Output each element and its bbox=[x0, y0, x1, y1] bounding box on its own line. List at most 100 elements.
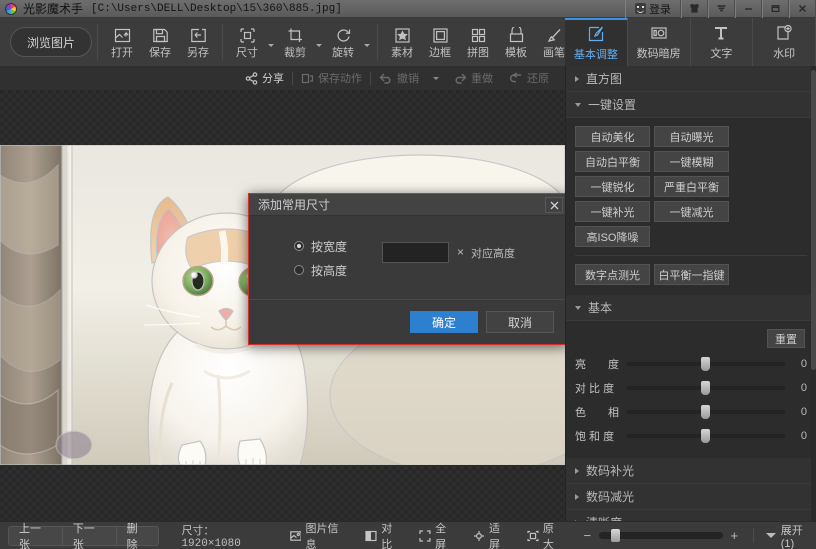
tab-basic-adjust-label: 基本调整 bbox=[574, 46, 618, 62]
tool-crop-dropdown[interactable] bbox=[314, 19, 324, 65]
share-button[interactable]: 分享 bbox=[237, 66, 292, 90]
tab-darkroom[interactable]: 数码暗房 bbox=[628, 18, 691, 66]
zoom-in-button[interactable]: + bbox=[730, 528, 739, 543]
tab-watermark[interactable]: 水印 bbox=[753, 18, 816, 66]
minimize-icon[interactable] bbox=[735, 0, 762, 18]
radio-by-width-label: 按宽度 bbox=[311, 238, 347, 255]
browse-images-button[interactable]: 浏览图片 bbox=[10, 27, 92, 57]
sticker-icon bbox=[394, 26, 411, 46]
prev-image-button[interactable]: 上一张 bbox=[8, 526, 62, 546]
tool-save-as[interactable]: 另存 bbox=[179, 19, 217, 65]
skin-icon[interactable] bbox=[681, 0, 708, 18]
tool-crop-label: 裁剪 bbox=[284, 48, 306, 59]
dialog-ok-button[interactable]: 确定 bbox=[410, 311, 478, 333]
login-button[interactable]: 登录 bbox=[625, 0, 681, 18]
tool-template[interactable]: 模板 bbox=[497, 19, 535, 65]
zoom-slider-knob[interactable] bbox=[611, 529, 620, 542]
tool-collage[interactable]: 拼图 bbox=[459, 19, 497, 65]
redo-button[interactable]: 重做 bbox=[445, 66, 501, 90]
btn-auto-white-balance[interactable]: 自动白平衡 bbox=[575, 151, 650, 172]
slider-saturation-track[interactable] bbox=[627, 434, 785, 438]
tool-resize[interactable]: 尺寸 bbox=[228, 19, 266, 65]
dialog-cancel-button[interactable]: 取消 bbox=[486, 311, 554, 333]
tool-material[interactable]: 素材 bbox=[383, 19, 421, 65]
brush-icon bbox=[546, 26, 563, 46]
expand-button[interactable]: 展开(1) bbox=[766, 522, 816, 549]
compare-button[interactable]: 对比 bbox=[365, 520, 403, 549]
slider-contrast[interactable]: 对 比 度 0 bbox=[575, 376, 807, 400]
tool-rotate[interactable]: 旋转 bbox=[324, 19, 362, 65]
slider-hue-track[interactable] bbox=[627, 410, 785, 414]
panel-scrollbar-thumb[interactable] bbox=[811, 70, 816, 370]
save-action-button[interactable]: 保存动作 bbox=[293, 66, 370, 90]
dialog-close-icon[interactable] bbox=[545, 197, 563, 213]
btn-auto-beautify[interactable]: 自动美化 bbox=[575, 126, 650, 147]
zoom-slider-track[interactable] bbox=[599, 532, 723, 539]
close-icon[interactable] bbox=[789, 0, 816, 18]
btn-one-click-dim-light-label: 一键减光 bbox=[670, 204, 714, 220]
btn-auto-white-balance-label: 自动白平衡 bbox=[585, 154, 640, 170]
next-image-label: 下一张 bbox=[73, 520, 106, 549]
tool-resize-dropdown[interactable] bbox=[266, 19, 276, 65]
reset-button[interactable]: 重置 bbox=[767, 329, 805, 348]
btn-one-click-fill-light[interactable]: 一键补光 bbox=[575, 201, 650, 222]
dialog-footer: 确定 取消 bbox=[249, 299, 567, 344]
tool-template-label: 模板 bbox=[505, 48, 527, 59]
slider-brightness-knob[interactable] bbox=[701, 357, 710, 371]
one-click-divider bbox=[575, 255, 807, 256]
size-value-input[interactable] bbox=[382, 242, 449, 263]
fullscreen-button[interactable]: 全屏 bbox=[419, 520, 457, 549]
slider-contrast-track[interactable] bbox=[627, 386, 785, 390]
section-one-click[interactable]: 一键设置 bbox=[566, 92, 816, 118]
btn-auto-exposure[interactable]: 自动曝光 bbox=[654, 126, 729, 147]
tool-rotate-dropdown[interactable] bbox=[362, 19, 372, 65]
tool-open[interactable]: 打开 bbox=[103, 19, 141, 65]
image-info-button[interactable]: 图片信息 bbox=[290, 520, 350, 549]
slider-brightness[interactable]: 亮 度 0 bbox=[575, 352, 807, 376]
section-basic[interactable]: 基本 bbox=[566, 295, 816, 321]
tab-basic-adjust[interactable]: 基本调整 bbox=[565, 18, 628, 66]
next-image-button[interactable]: 下一张 bbox=[62, 526, 116, 546]
tool-frame[interactable]: 边框 bbox=[421, 19, 459, 65]
fit-screen-button[interactable]: 适屏 bbox=[473, 520, 511, 549]
btn-severe-white-balance[interactable]: 严重白平衡 bbox=[654, 176, 729, 197]
revert-button[interactable]: 还原 bbox=[501, 66, 557, 90]
slider-saturation[interactable]: 饱 和 度 0 bbox=[575, 424, 807, 448]
menu-chevron-icon[interactable] bbox=[708, 0, 735, 18]
dialog-title-bar: 添加常用尺寸 bbox=[249, 194, 567, 216]
reset-row: 重置 bbox=[575, 325, 807, 352]
slider-brightness-track[interactable] bbox=[627, 362, 785, 366]
tab-text[interactable]: 文字 bbox=[691, 18, 754, 66]
zoom-out-button[interactable]: − bbox=[583, 528, 592, 543]
section-histogram[interactable]: 直方图 bbox=[566, 66, 816, 92]
btn-high-iso-denoise[interactable]: 高ISO降噪 bbox=[575, 226, 650, 247]
section-digital-dim-light[interactable]: 数码减光 bbox=[566, 484, 816, 510]
maximize-icon[interactable] bbox=[762, 0, 789, 18]
btn-one-click-dim-light[interactable]: 一键减光 bbox=[654, 201, 729, 222]
collage-icon bbox=[470, 26, 487, 46]
delete-image-button[interactable]: 删除 bbox=[116, 526, 160, 546]
right-panel-tabs: 基本调整 数码暗房 文字 水印 bbox=[565, 18, 816, 66]
user-face-icon bbox=[635, 3, 646, 14]
section-digital-fill-light[interactable]: 数码补光 bbox=[566, 458, 816, 484]
section-clarity[interactable]: 清晰度 bbox=[566, 510, 816, 521]
toolbar-divider bbox=[222, 24, 223, 60]
undo-button[interactable]: 撤销 bbox=[371, 66, 427, 90]
slider-saturation-knob[interactable] bbox=[701, 429, 710, 443]
slider-contrast-knob[interactable] bbox=[701, 381, 710, 395]
slider-hue-label: 色 相 bbox=[575, 404, 621, 420]
fit-screen-label: 适屏 bbox=[489, 520, 511, 549]
btn-one-click-sharpen[interactable]: 一键锐化 bbox=[575, 176, 650, 197]
panel-scrollbar[interactable] bbox=[811, 66, 816, 521]
slider-brightness-value: 0 bbox=[791, 358, 807, 370]
btn-one-click-blur[interactable]: 一键模糊 bbox=[654, 151, 729, 172]
undo-dropdown[interactable] bbox=[427, 66, 445, 90]
btn-digital-spot-meter[interactable]: 数字点测光 bbox=[575, 264, 650, 285]
tool-save[interactable]: 保存 bbox=[141, 19, 179, 65]
slider-hue[interactable]: 色 相 0 bbox=[575, 400, 807, 424]
btn-one-click-sharpen-label: 一键锐化 bbox=[591, 179, 635, 195]
actual-size-button[interactable]: 原大 bbox=[527, 520, 565, 549]
tool-crop[interactable]: 裁剪 bbox=[276, 19, 314, 65]
btn-white-balance-picker[interactable]: 白平衡一指键 bbox=[654, 264, 729, 285]
slider-hue-knob[interactable] bbox=[701, 405, 710, 419]
